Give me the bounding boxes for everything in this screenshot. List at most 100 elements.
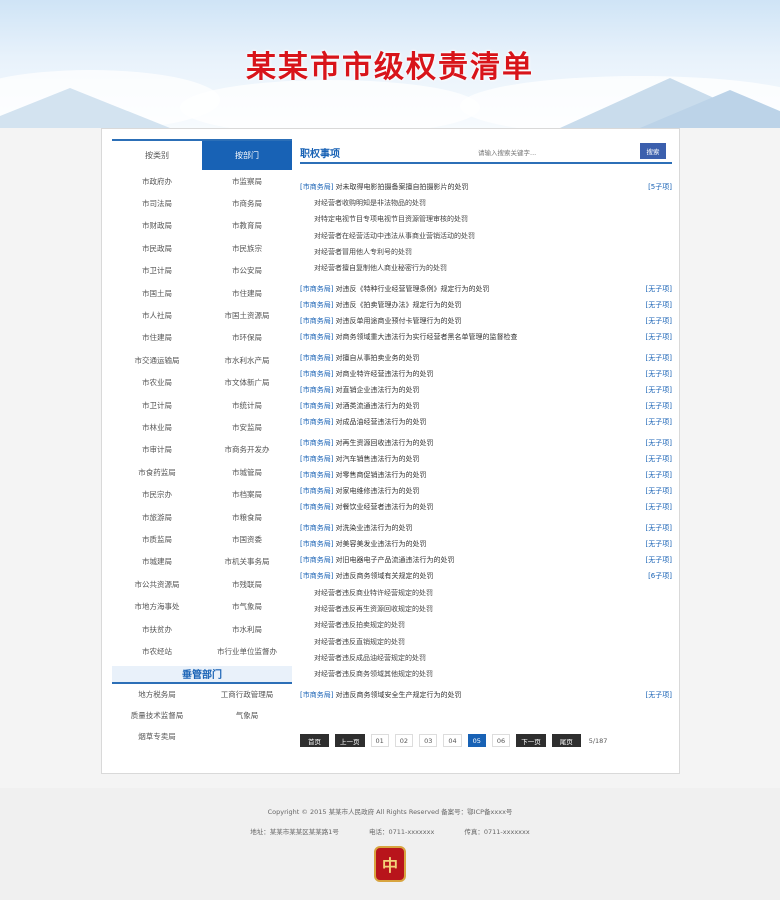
list-item[interactable]: [市商务局] 对洗染业违法行为的处罚 [无子项]: [300, 520, 672, 536]
department-tag[interactable]: [市商务局]: [300, 470, 333, 480]
department-link[interactable]: 市审计局: [112, 439, 202, 461]
page-number-button[interactable]: 02: [394, 734, 414, 747]
department-tag[interactable]: [市商务局]: [300, 182, 333, 192]
list-item[interactable]: [市商务局] 对旧电器电子产品流通违法行为的处罚 [无子项]: [300, 552, 672, 568]
department-link[interactable]: 市水利局: [202, 618, 292, 640]
item-title[interactable]: 对美容美发业违法行为的处罚: [335, 539, 426, 549]
item-title[interactable]: 对餐饮业经营者违法行为的处罚: [335, 502, 433, 512]
list-item[interactable]: [市商务局] 对擅自从事拍卖业务的处罚 [无子项]: [300, 350, 672, 366]
department-link[interactable]: 市文体新广局: [202, 372, 292, 394]
subitem-count[interactable]: [无子项]: [646, 385, 672, 395]
supervision-link[interactable]: 地方税务局: [112, 684, 202, 705]
department-link[interactable]: 市安监局: [202, 416, 292, 438]
department-link[interactable]: 市气象局: [202, 595, 292, 617]
department-link[interactable]: 市民族宗: [202, 237, 292, 259]
department-link[interactable]: 市城建局: [112, 551, 202, 573]
department-link[interactable]: 市质监局: [112, 528, 202, 550]
item-title[interactable]: 对汽车销售违法行为的处罚: [335, 454, 419, 464]
department-tag[interactable]: [市商务局]: [300, 417, 333, 427]
item-title[interactable]: 对商务领域重大违法行为实行经营者黑名单管理的监督检查: [335, 332, 517, 342]
department-tag[interactable]: [市商务局]: [300, 332, 333, 342]
subitem-count[interactable]: [无子项]: [646, 470, 672, 480]
department-link[interactable]: 市林业局: [112, 416, 202, 438]
list-item[interactable]: [市商务局] 对违反商务领域安全生产规定行为的处罚 [无子项]: [300, 687, 672, 703]
department-tag[interactable]: [市商务局]: [300, 369, 333, 379]
list-item[interactable]: [市商务局] 对酒类流通违法行为的处罚 [无子项]: [300, 398, 672, 414]
list-item[interactable]: [市商务局] 对再生资源回收违法行为的处罚 [无子项]: [300, 435, 672, 451]
department-link[interactable]: 市国土资源局: [202, 304, 292, 326]
list-item[interactable]: [市商务局] 对零售商促销违法行为的处罚 [无子项]: [300, 467, 672, 483]
department-link[interactable]: 市监察局: [202, 170, 292, 192]
item-title[interactable]: 对未取得电影拍摄备案擅自拍摄影片的处罚: [335, 182, 468, 192]
subitem-count[interactable]: [无子项]: [646, 417, 672, 427]
department-link[interactable]: 市扶贫办: [112, 618, 202, 640]
last-page-button[interactable]: 尾页: [551, 734, 581, 747]
tab-by-category[interactable]: 按类别: [112, 141, 202, 170]
page-number-button[interactable]: 03: [419, 734, 438, 747]
list-item[interactable]: [市商务局] 对直销企业违法行为的处罚 [无子项]: [300, 382, 672, 398]
subitem[interactable]: 对经营者违反商务领域其他规定的处罚: [300, 666, 672, 682]
subitem[interactable]: 对经营者违反直销规定的处罚: [300, 633, 672, 649]
subitem-count[interactable]: [无子项]: [646, 401, 672, 411]
list-item[interactable]: [市商务局] 对未取得电影拍摄备案擅自拍摄影片的处罚 [5子项]: [300, 179, 672, 195]
item-title[interactable]: 对零售商促销违法行为的处罚: [335, 470, 426, 480]
list-item[interactable]: [市商务局] 对商业特许经营违法行为的处罚 [无子项]: [300, 366, 672, 382]
list-item[interactable]: [市商务局] 对餐饮业经营者违法行为的处罚 [无子项]: [300, 499, 672, 515]
department-link[interactable]: 市司法局: [112, 192, 202, 214]
item-title[interactable]: 对再生资源回收违法行为的处罚: [335, 438, 433, 448]
subitem-count[interactable]: [无子项]: [646, 369, 672, 379]
search-input[interactable]: [478, 146, 598, 160]
subitem-count[interactable]: [无子项]: [646, 486, 672, 496]
subitem[interactable]: 对经营者违反成品油经营规定的处罚: [300, 650, 672, 666]
department-tag[interactable]: [市商务局]: [300, 502, 333, 512]
department-link[interactable]: 市公共资源局: [112, 573, 202, 595]
page-number-button[interactable]: 06: [491, 734, 511, 747]
department-tag[interactable]: [市商务局]: [300, 486, 333, 496]
subitem-count[interactable]: [无子项]: [646, 438, 672, 448]
department-link[interactable]: 市地方海事处: [112, 595, 202, 617]
department-tag[interactable]: [市商务局]: [300, 438, 333, 448]
subitem[interactable]: 对经营者在经营活动中违法从事商业营销活动的处罚: [300, 228, 672, 244]
tab-by-department[interactable]: 按部门: [202, 141, 292, 170]
department-link[interactable]: 市国土局: [112, 282, 202, 304]
item-title[interactable]: 对成品油经营违法行为的处罚: [335, 417, 426, 427]
subitem[interactable]: 对经营者违反再生资源回收规定的处罚: [300, 601, 672, 617]
department-link[interactable]: 市城管局: [202, 461, 292, 483]
department-link[interactable]: 市财政局: [112, 215, 202, 237]
department-link[interactable]: 市食药监局: [112, 461, 202, 483]
subitem[interactable]: 对经营者冒用他人专利号的处罚: [300, 244, 672, 260]
item-title[interactable]: 对直销企业违法行为的处罚: [335, 385, 419, 395]
department-link[interactable]: 市政府办: [112, 170, 202, 192]
department-link[interactable]: 市残联局: [202, 573, 292, 595]
subitem-count[interactable]: [无子项]: [646, 502, 672, 512]
department-link[interactable]: 市农业局: [112, 372, 202, 394]
subitem[interactable]: 对经营者擅自复制他人商业秘密行为的处罚: [300, 260, 672, 276]
department-link[interactable]: 市交通运输局: [112, 349, 202, 371]
next-page-button[interactable]: 下一页: [516, 734, 546, 747]
item-title[interactable]: 对违反《拍卖管理办法》规定行为的处罚: [335, 300, 461, 310]
supervision-link[interactable]: 烟草专卖局: [112, 726, 202, 747]
department-link[interactable]: 市行业单位监督办: [202, 640, 292, 662]
department-tag[interactable]: [市商务局]: [300, 316, 333, 326]
list-item[interactable]: [市商务局] 对违反《拍卖管理办法》规定行为的处罚 [无子项]: [300, 297, 672, 313]
department-link[interactable]: 市卫计局: [112, 260, 202, 282]
list-item[interactable]: [市商务局] 对违反商务领域有关规定的处罚 [6子项]: [300, 568, 672, 584]
department-link[interactable]: 市人社局: [112, 304, 202, 326]
department-tag[interactable]: [市商务局]: [300, 385, 333, 395]
prev-page-button[interactable]: 上一页: [335, 734, 365, 747]
subitem-count[interactable]: [无子项]: [646, 523, 672, 533]
department-tag[interactable]: [市商务局]: [300, 571, 333, 581]
list-item[interactable]: [市商务局] 对美容美发业违法行为的处罚 [无子项]: [300, 536, 672, 552]
department-link[interactable]: 市住建局: [112, 327, 202, 349]
page-number-button[interactable]: 04: [443, 734, 462, 747]
subitem-count[interactable]: [5子项]: [648, 182, 672, 192]
subitem[interactable]: 对经营者违反商业特许经营规定的处罚: [300, 584, 672, 600]
page-number-button[interactable]: 05: [467, 734, 486, 747]
subitem-count[interactable]: [无子项]: [646, 353, 672, 363]
department-link[interactable]: 市旅游局: [112, 506, 202, 528]
item-title[interactable]: 对酒类流通违法行为的处罚: [335, 401, 419, 411]
search-button[interactable]: 搜索: [640, 143, 666, 159]
subitem-count[interactable]: [无子项]: [646, 539, 672, 549]
subitem-count[interactable]: [无子项]: [646, 454, 672, 464]
department-link[interactable]: 市环保局: [202, 327, 292, 349]
